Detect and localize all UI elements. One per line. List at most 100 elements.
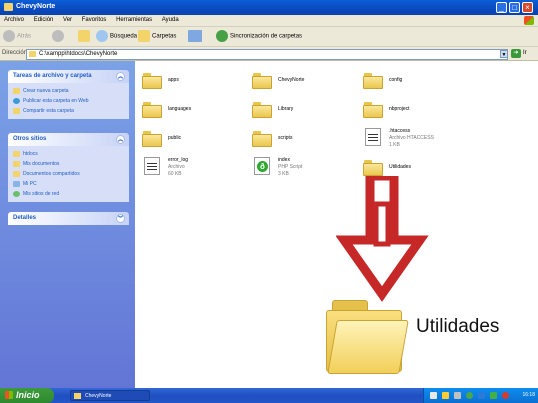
back-label: Atrás	[17, 33, 32, 40]
folder-item[interactable]: nbproject	[363, 100, 473, 126]
toolbar: Atrás Búsqueda Carpetas Sincronización d…	[0, 27, 538, 47]
htaccess-file-icon	[365, 128, 381, 146]
place-network[interactable]: Mis sitios de red	[13, 189, 124, 199]
folder-item[interactable]: Library	[252, 100, 362, 126]
file-tasks-header[interactable]: Tareas de archivo y carpeta ︽	[8, 70, 129, 83]
address-input[interactable]: C:\xampp\htdocs\ChevyNorte	[26, 49, 508, 60]
file-name: .htaccess	[389, 128, 411, 134]
file-item[interactable]: .htaccess Archivo HTACCESS 1 KB	[363, 127, 473, 153]
close-button[interactable]: ×	[522, 2, 533, 13]
menu-herramientas[interactable]: Herramientas	[112, 15, 156, 25]
folder-icon	[74, 393, 81, 399]
menu-ayuda[interactable]: Ayuda	[158, 15, 183, 25]
menu-favoritos[interactable]: Favoritos	[78, 15, 111, 25]
folder-icon	[252, 73, 272, 89]
folder-item[interactable]: scripts	[252, 129, 362, 155]
network-icon	[13, 191, 20, 197]
task-publish-web[interactable]: Publicar esta carpeta en Web	[13, 96, 124, 106]
chevron-up-icon[interactable]: ︽	[116, 72, 125, 81]
folders-button[interactable]: Carpetas	[138, 30, 176, 43]
file-name: apps	[168, 77, 179, 83]
folder-icon	[29, 51, 36, 57]
minimize-button[interactable]: _	[496, 2, 507, 13]
tray-alert-icon[interactable]	[502, 392, 509, 399]
back-button[interactable]: Atrás	[3, 30, 31, 43]
place-my-pc-label: Mi PC	[23, 181, 37, 187]
title-bar[interactable]: ChevyNorte _ □ ×	[0, 0, 538, 15]
file-name: index	[278, 157, 290, 163]
folder-item[interactable]: languages	[142, 100, 252, 126]
highlighted-folder-label: Utilidades	[416, 316, 500, 337]
tray-volume-icon[interactable]	[454, 392, 461, 399]
shared-documents-icon	[13, 171, 20, 177]
chevron-down-icon[interactable]: ︾	[116, 214, 125, 223]
menu-ver[interactable]: Ver	[59, 15, 76, 25]
sync-button[interactable]: Sincronización de carpetas	[216, 30, 302, 43]
taskbar-item-label: ChevyNorte	[85, 393, 112, 399]
share-folder-icon	[13, 108, 20, 114]
file-name: languages	[168, 106, 192, 112]
up-folder-icon	[78, 30, 90, 42]
file-tasks-panel: Tareas de archivo y carpeta ︽ Crear nuev…	[8, 70, 129, 119]
file-name: public	[168, 135, 182, 141]
folder-item[interactable]: config	[363, 71, 473, 97]
folder-item[interactable]: public	[142, 129, 252, 155]
task-share-folder[interactable]: Compartir esta carpeta	[13, 106, 124, 116]
tray-status-icon[interactable]	[490, 392, 497, 399]
address-bar: Dirección C:\xampp\htdocs\ChevyNorte ▼ ➜…	[0, 47, 538, 61]
place-my-pc[interactable]: Mi PC	[13, 179, 124, 189]
file-tasks-title: Tareas de archivo y carpeta	[13, 73, 92, 79]
log-file-icon	[144, 157, 160, 175]
file-size: 3 KB	[278, 171, 289, 177]
file-name: Utilidades	[389, 164, 411, 170]
menu-archivo[interactable]: Archivo	[0, 15, 28, 25]
chevron-up-icon[interactable]: ︽	[116, 135, 125, 144]
forward-arrow-icon	[52, 30, 64, 42]
file-type: Archivo	[168, 164, 185, 170]
folder-icon	[4, 3, 13, 11]
tray-warning-icon[interactable]	[442, 392, 449, 399]
system-tray: 16:18	[423, 388, 538, 403]
other-places-panel: Otros sitios ︽ htdocs Mis documentos Doc…	[8, 133, 129, 202]
windows-logo-icon	[5, 391, 13, 399]
place-htdocs[interactable]: htdocs	[13, 149, 124, 159]
tray-security-icon[interactable]	[478, 392, 485, 399]
php-script-icon: ð	[254, 157, 270, 175]
up-folder-button[interactable]	[78, 30, 92, 43]
tray-app-icon[interactable]	[430, 392, 437, 399]
taskbar: Inicio ChevyNorte 16:18	[0, 388, 538, 403]
go-button[interactable]: Ir	[523, 50, 527, 56]
folders-label: Carpetas	[152, 33, 177, 40]
search-button[interactable]: Búsqueda	[96, 30, 137, 43]
folder-icon	[252, 131, 272, 147]
go-arrow-icon[interactable]: ➜	[511, 49, 521, 58]
file-size: 60 KB	[168, 171, 182, 177]
folder-icon	[142, 102, 162, 118]
place-shared-documents[interactable]: Documentos compartidos	[13, 169, 124, 179]
task-new-folder[interactable]: Crear nueva carpeta	[13, 86, 124, 96]
folder-icon	[363, 73, 383, 89]
menu-bar: Archivo Edición Ver Favoritos Herramient…	[0, 15, 538, 27]
file-item[interactable]: error_log Archivo 60 KB	[142, 156, 252, 182]
folder-icon	[363, 102, 383, 118]
folder-item[interactable]: apps	[142, 71, 252, 97]
views-button[interactable]	[188, 30, 204, 43]
file-name: scripts	[278, 135, 293, 141]
menu-edicion[interactable]: Edición	[30, 15, 58, 25]
task-new-folder-label: Crear nueva carpeta	[23, 88, 69, 94]
folder-item[interactable]: ChevyNorte	[252, 71, 362, 97]
place-my-documents[interactable]: Mis documentos	[13, 159, 124, 169]
taskbar-item-chevynorte[interactable]: ChevyNorte	[70, 390, 150, 401]
task-pane: Tareas de archivo y carpeta ︽ Crear nuev…	[0, 61, 135, 388]
other-places-header[interactable]: Otros sitios ︽	[8, 133, 129, 146]
forward-button[interactable]	[52, 30, 66, 43]
details-panel: Detalles ︾	[8, 212, 129, 225]
details-header[interactable]: Detalles ︾	[8, 212, 129, 225]
address-dropdown-icon[interactable]: ▼	[500, 50, 508, 58]
start-button[interactable]: Inicio	[0, 388, 54, 403]
views-icon	[188, 30, 202, 42]
maximize-button[interactable]: □	[509, 2, 520, 13]
tray-network-icon[interactable]	[466, 392, 473, 399]
folder-icon	[142, 131, 162, 147]
address-value: C:\xampp\htdocs\ChevyNorte	[39, 51, 118, 57]
